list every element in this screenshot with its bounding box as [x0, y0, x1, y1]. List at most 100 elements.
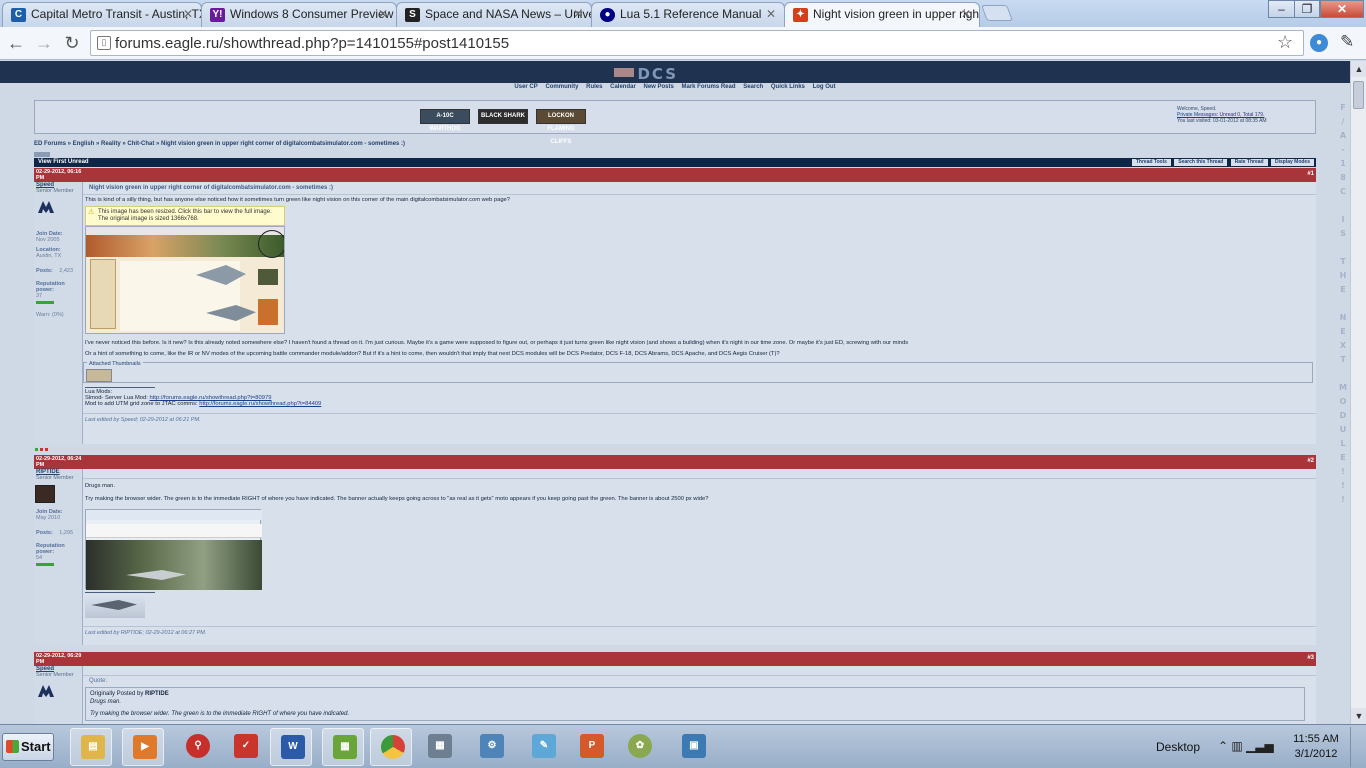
taskbar-pushpin[interactable]: ⚲	[176, 728, 218, 766]
post-2: 02-29-2012, 06:24 PM #2 RIPTIDE Senior M…	[34, 455, 1316, 649]
attachment-thumbnail[interactable]	[86, 369, 112, 382]
todoist-icon: ✓	[234, 734, 258, 758]
taskbar-todoist[interactable]: ✓	[224, 728, 266, 766]
tab-close-icon[interactable]: ✕	[573, 3, 583, 26]
breadcrumb[interactable]: ED Forums » English » Reality » Chit-Cha…	[34, 139, 934, 149]
back-icon[interactable]: ←	[4, 32, 28, 54]
url-input[interactable]	[115, 32, 1265, 54]
taskbar-paint[interactable]: ✿	[618, 728, 660, 766]
utm-mod-link[interactable]: http://forums.eagle.ru/showthread.php?t=…	[199, 401, 321, 407]
circled-area	[258, 230, 284, 258]
tab-windows8[interactable]: Y! Windows 8 Consumer Preview ✕	[201, 2, 397, 27]
nav-user-cp[interactable]: User CP	[514, 84, 537, 90]
nav-mark-read[interactable]: Mark Forums Read	[682, 84, 736, 90]
a10c-banner[interactable]: A-10C WARTHOG	[420, 109, 470, 132]
rate-thread-menu[interactable]: Rate Thread	[1230, 159, 1268, 166]
post-header: 02-29-2012, 06:24 PM #2	[34, 455, 1316, 469]
search-thread-menu[interactable]: Search this Thread	[1174, 159, 1228, 166]
post-number-link[interactable]: #1	[1307, 171, 1314, 177]
warn-level[interactable]: Warn: (0%)	[34, 312, 82, 318]
avatar[interactable]	[35, 682, 57, 700]
taskbar-word[interactable]: W	[270, 728, 312, 766]
close-button[interactable]: ✕	[1320, 0, 1364, 18]
scrollbar-thumb[interactable]	[1353, 81, 1364, 109]
nav-log-out[interactable]: Log Out	[813, 84, 836, 90]
taskbar-presentation[interactable]: P	[570, 728, 612, 766]
display-modes-menu[interactable]: Display Modes	[1270, 159, 1314, 166]
post-number-link[interactable]: #2	[1307, 458, 1314, 464]
tab-close-icon[interactable]: ✕	[378, 3, 388, 26]
taskbar-calculator[interactable]: ▦	[418, 728, 460, 766]
nav-community[interactable]: Community	[545, 84, 578, 90]
taskbar-notepad[interactable]: ✎	[522, 728, 564, 766]
wrench-menu-icon[interactable]: ✎	[1340, 32, 1354, 52]
start-button[interactable]: Start	[2, 733, 54, 761]
signature-image	[85, 594, 145, 618]
taskbar-control-panel[interactable]: ⚙	[470, 728, 512, 766]
new-tab-button[interactable]	[981, 5, 1013, 21]
capmetro-icon: C	[11, 8, 26, 22]
lockon-banner[interactable]: LOCKON FLAMING CLIFFS	[536, 109, 586, 145]
tab-lua-manual[interactable]: ● Lua 5.1 Reference Manual ✕	[591, 2, 785, 27]
scroll-up-icon[interactable]: ▲	[1351, 61, 1366, 77]
reload-icon[interactable]: ↻	[60, 32, 84, 54]
posted-screenshot[interactable]	[85, 509, 262, 590]
address-bar[interactable]: ▯	[90, 30, 1304, 56]
taskbar-media-player[interactable]: ▶	[122, 728, 164, 766]
dcs-logo[interactable]: DCS	[614, 65, 678, 83]
avatar[interactable]	[35, 485, 55, 503]
taskbar-chrome[interactable]	[370, 728, 412, 766]
nav-quick-links[interactable]: Quick Links	[771, 84, 805, 90]
posted-screenshot[interactable]	[85, 226, 285, 334]
scroll-down-icon[interactable]: ▼	[1351, 708, 1366, 724]
nav-search[interactable]: Search	[743, 84, 763, 90]
post-footer	[34, 448, 1316, 453]
nav-rules[interactable]: Rules	[586, 84, 602, 90]
thread-tools-menu[interactable]: Thread Tools	[1131, 159, 1171, 166]
control-panel-icon: ⚙	[480, 734, 504, 758]
clock[interactable]: 11:55 AM 3/1/2012	[1288, 732, 1344, 762]
tab-night-vision[interactable]: ✦ Night vision green in upper right corn…	[784, 2, 980, 27]
welcome-box: Welcome, Speed. Private Messages: Unread…	[1177, 106, 1309, 124]
eagle-icon: ✦	[793, 8, 808, 22]
show-desktop-button[interactable]	[1350, 727, 1364, 767]
forward-icon[interactable]: →	[32, 32, 56, 54]
taskbar-photo-viewer[interactable]: ▣	[672, 728, 714, 766]
tray-device-icon[interactable]: ▥	[1231, 739, 1242, 753]
desktop-toolbar[interactable]: Desktop	[1156, 740, 1200, 754]
extension-icon[interactable]: ●	[1310, 34, 1328, 52]
signature: Lua Mods: Slmod- Server Lua Mod: http://…	[85, 389, 322, 407]
tab-space-nasa[interactable]: S Space and NASA News – Universe Today ✕	[396, 2, 592, 27]
maximize-button[interactable]: ❐	[1294, 0, 1320, 18]
resized-image-notice[interactable]: ⚠ This image has been resized. Click thi…	[85, 206, 285, 226]
report-icon[interactable]	[40, 448, 43, 451]
reputation-icon[interactable]	[45, 448, 48, 451]
user-panel: Speed Senior Member Join Date: Nov 2005 …	[34, 182, 83, 444]
post-number-link[interactable]: #3	[1307, 655, 1314, 661]
taskbar-file-explorer[interactable]: ▤	[70, 728, 112, 766]
tab-close-icon[interactable]: ✕	[183, 3, 193, 26]
avatar[interactable]	[35, 198, 57, 216]
minimize-button[interactable]: –	[1268, 0, 1295, 18]
thread-toolbar: View First Unread Thread Tools Search th…	[34, 158, 1316, 167]
nav-new-posts[interactable]: New Posts	[643, 84, 673, 90]
tab-capmetro[interactable]: C Capital Metro Transit - Austin, TX ✕	[2, 2, 202, 27]
taskbar-spreadsheet[interactable]: ▦	[322, 728, 364, 766]
yahoo-icon: Y!	[210, 8, 225, 22]
tab-close-icon[interactable]: ✕	[766, 3, 776, 26]
view-first-unread-link[interactable]: View First Unread	[38, 158, 89, 167]
page-icon: ▯	[97, 36, 111, 50]
forum-header: A-10C WARTHOG BLACK SHARK LOCKON FLAMING…	[34, 100, 1316, 145]
small-button[interactable]	[34, 152, 50, 157]
quote-block: Originally Posted by RIPTIDE Drugs man. …	[85, 687, 1305, 721]
bookmark-star-icon[interactable]: ☆	[1277, 32, 1293, 53]
tray-expand-icon[interactable]: ⌃	[1218, 739, 1228, 753]
post-3: 02-29-2012, 06:29 PM #3 Speed Senior Mem…	[34, 652, 1316, 724]
nav-calendar[interactable]: Calendar	[610, 84, 636, 90]
tab-close-icon[interactable]: ✕	[961, 3, 971, 26]
nasa-icon: S	[405, 8, 420, 22]
black-shark-banner[interactable]: BLACK SHARK	[478, 109, 528, 124]
network-icon[interactable]: ▁▃▅	[1246, 739, 1274, 753]
online-status-icon	[35, 448, 38, 451]
page-scrollbar[interactable]: ▲ ▼	[1350, 61, 1366, 724]
